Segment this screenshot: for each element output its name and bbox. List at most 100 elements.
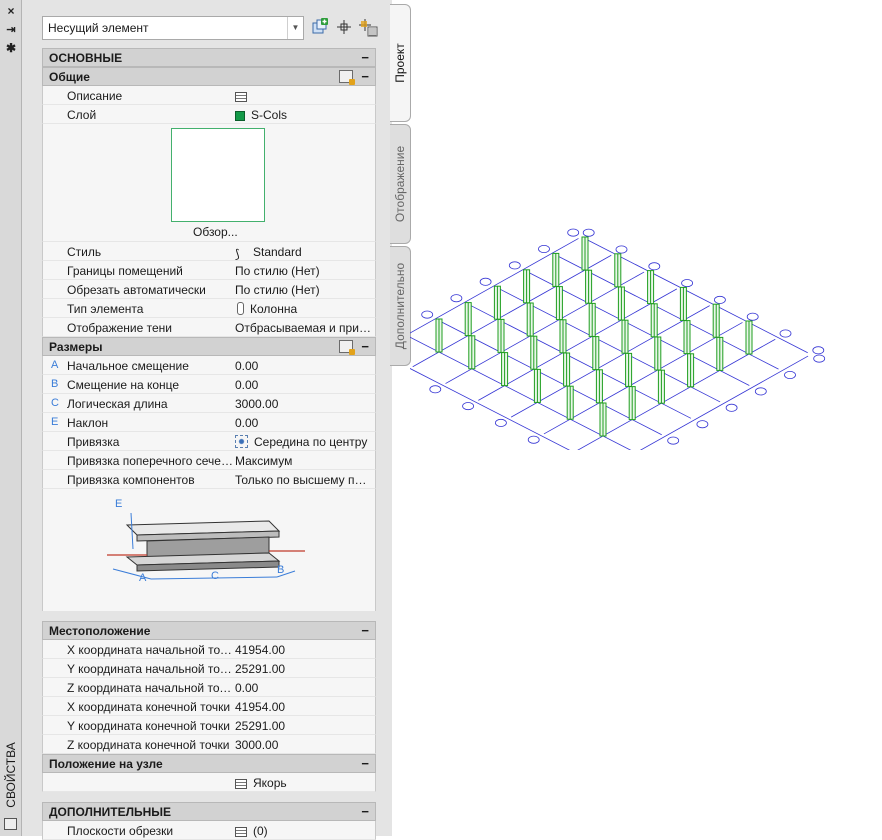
prop-value[interactable]: По стилю (Нет) bbox=[235, 283, 371, 297]
structural-column[interactable] bbox=[617, 286, 625, 321]
chevron-down-icon[interactable]: ▼ bbox=[287, 17, 303, 39]
prop-value[interactable]: 3000.00 bbox=[235, 738, 371, 752]
prop-location[interactable]: X координата начальной точки 41954.00 bbox=[42, 640, 376, 659]
prop-value[interactable]: 3000.00 bbox=[235, 397, 371, 411]
section-location-header[interactable]: Местоположение − bbox=[42, 621, 376, 640]
structural-column[interactable] bbox=[563, 352, 571, 387]
prop-layer[interactable]: Слой S-Cols bbox=[42, 105, 376, 124]
section-basic-header[interactable]: ОСНОВНЫЕ − bbox=[42, 48, 376, 67]
prop-value[interactable]: 41954.00 bbox=[235, 700, 371, 714]
add-selection-icon[interactable] bbox=[310, 18, 330, 38]
structural-column[interactable] bbox=[530, 335, 538, 370]
structural-column[interactable] bbox=[745, 320, 753, 355]
prop-dimension[interactable]: Привязка поперечного сечения Максимум bbox=[42, 451, 376, 470]
section-node-header[interactable]: Положение на узле − bbox=[42, 754, 376, 773]
section-dimensions-header[interactable]: Размеры − bbox=[42, 337, 376, 356]
prop-dimension[interactable]: C Логическая длина 3000.00 bbox=[42, 394, 376, 413]
structural-column[interactable] bbox=[559, 319, 567, 354]
prop-clip-planes[interactable]: Плоскости обрезки (0) bbox=[42, 821, 376, 840]
prop-style[interactable]: Стиль ⟆ Standard bbox=[42, 242, 376, 261]
quick-properties-icon[interactable] bbox=[339, 70, 355, 85]
structural-column[interactable] bbox=[625, 352, 633, 387]
prop-room-bounding[interactable]: Границы помещений По стилю (Нет) bbox=[42, 261, 376, 280]
structural-column[interactable] bbox=[555, 286, 563, 321]
prop-location[interactable]: X координата конечной точки 41954.00 bbox=[42, 697, 376, 716]
justify-icon[interactable] bbox=[235, 435, 248, 448]
structural-column[interactable] bbox=[588, 302, 596, 337]
structural-column[interactable] bbox=[468, 335, 476, 370]
prop-dimension[interactable]: A Начальное смещение 0.00 bbox=[42, 356, 376, 375]
structural-column[interactable] bbox=[657, 369, 665, 404]
prop-auto-trim[interactable]: Обрезать автоматически По стилю (Нет) bbox=[42, 280, 376, 299]
quick-select-icon[interactable] bbox=[334, 18, 354, 38]
settings-icon[interactable]: ✱ bbox=[3, 41, 19, 55]
structural-column[interactable] bbox=[585, 269, 593, 304]
prop-value[interactable]: 0.00 bbox=[235, 416, 371, 430]
structural-column[interactable] bbox=[628, 386, 636, 421]
prop-anchor[interactable]: Якорь bbox=[42, 773, 376, 792]
prop-description[interactable]: Описание bbox=[42, 86, 376, 105]
structural-column[interactable] bbox=[497, 318, 505, 353]
prop-value[interactable]: Середина по центру bbox=[235, 435, 371, 449]
prop-value[interactable] bbox=[235, 89, 371, 103]
structural-column[interactable] bbox=[435, 318, 443, 353]
prop-value[interactable]: 25291.00 bbox=[235, 719, 371, 733]
prop-dimension[interactable]: Привязка Середина по центру bbox=[42, 432, 376, 451]
drawing-viewport[interactable] bbox=[410, 140, 882, 450]
structural-column[interactable] bbox=[679, 286, 687, 321]
close-icon[interactable]: × bbox=[3, 4, 19, 18]
preview-browse-link[interactable]: Обзор... bbox=[193, 225, 238, 239]
auto-hide-icon[interactable]: ⇥ bbox=[3, 23, 19, 37]
prop-value[interactable]: 0.00 bbox=[235, 681, 371, 695]
collapse-icon[interactable]: − bbox=[361, 339, 369, 354]
prop-location[interactable]: Y координата конечной точки 25291.00 bbox=[42, 716, 376, 735]
prop-shadow-display[interactable]: Отображение тени Отбрасываемая и принима… bbox=[42, 318, 376, 337]
collapse-icon[interactable]: − bbox=[361, 50, 369, 65]
structural-column[interactable] bbox=[650, 303, 658, 338]
prop-value[interactable]: Только по высшему приоритету bbox=[235, 473, 371, 487]
structural-column[interactable] bbox=[712, 303, 720, 338]
prop-value[interactable]: S-Cols bbox=[235, 108, 371, 122]
structural-column[interactable] bbox=[552, 252, 560, 287]
section-general-header[interactable]: Общие − bbox=[42, 67, 376, 86]
prop-value[interactable]: 0.00 bbox=[235, 359, 371, 373]
structural-column[interactable] bbox=[683, 320, 691, 355]
structural-column[interactable] bbox=[599, 402, 607, 437]
prop-location[interactable]: Z координата начальной точки 0.00 bbox=[42, 678, 376, 697]
prop-value[interactable]: 25291.00 bbox=[235, 662, 371, 676]
prop-value[interactable]: Колонна bbox=[235, 302, 371, 316]
structural-column[interactable] bbox=[581, 236, 589, 271]
structural-column[interactable] bbox=[533, 368, 541, 403]
palette-menu-icon[interactable] bbox=[4, 818, 17, 830]
prop-value[interactable]: Максимум bbox=[235, 454, 371, 468]
structural-column[interactable] bbox=[621, 319, 629, 354]
structural-column[interactable] bbox=[592, 336, 600, 371]
prop-location[interactable]: Z координата конечной точки 3000.00 bbox=[42, 735, 376, 754]
structural-column[interactable] bbox=[526, 302, 534, 337]
structural-column[interactable] bbox=[595, 369, 603, 404]
quick-properties-icon[interactable] bbox=[339, 340, 355, 355]
collapse-icon[interactable]: − bbox=[361, 623, 369, 638]
structural-column[interactable] bbox=[614, 253, 622, 288]
prop-location[interactable]: Y координата начальной точки 25291.00 bbox=[42, 659, 376, 678]
structural-column[interactable] bbox=[501, 352, 509, 387]
collapse-icon[interactable]: − bbox=[361, 69, 369, 84]
tab-extra[interactable]: Дополнительно bbox=[390, 246, 411, 366]
section-additional-header[interactable]: ДОПОЛНИТЕЛЬНЫЕ − bbox=[42, 802, 376, 821]
tab-display[interactable]: Отображение bbox=[390, 124, 411, 244]
select-objects-icon[interactable] bbox=[358, 18, 378, 38]
prop-value[interactable]: 0.00 bbox=[235, 378, 371, 392]
list-icon[interactable] bbox=[235, 92, 247, 102]
object-type-select[interactable]: Несущий элемент ▼ bbox=[42, 16, 304, 40]
prop-dimension[interactable]: E Наклон 0.00 bbox=[42, 413, 376, 432]
prop-value[interactable]: По стилю (Нет) bbox=[235, 264, 371, 278]
collapse-icon[interactable]: − bbox=[361, 756, 369, 771]
structural-column[interactable] bbox=[654, 336, 662, 371]
structural-column[interactable] bbox=[716, 336, 724, 371]
prop-value[interactable]: 41954.00 bbox=[235, 643, 371, 657]
prop-dimension[interactable]: Привязка компонентов Только по высшему пр… bbox=[42, 470, 376, 489]
prop-dimension[interactable]: B Смещение на конце 0.00 bbox=[42, 375, 376, 394]
prop-value[interactable]: Якорь bbox=[235, 776, 371, 790]
structural-column[interactable] bbox=[687, 353, 695, 388]
structural-column[interactable] bbox=[523, 269, 531, 304]
